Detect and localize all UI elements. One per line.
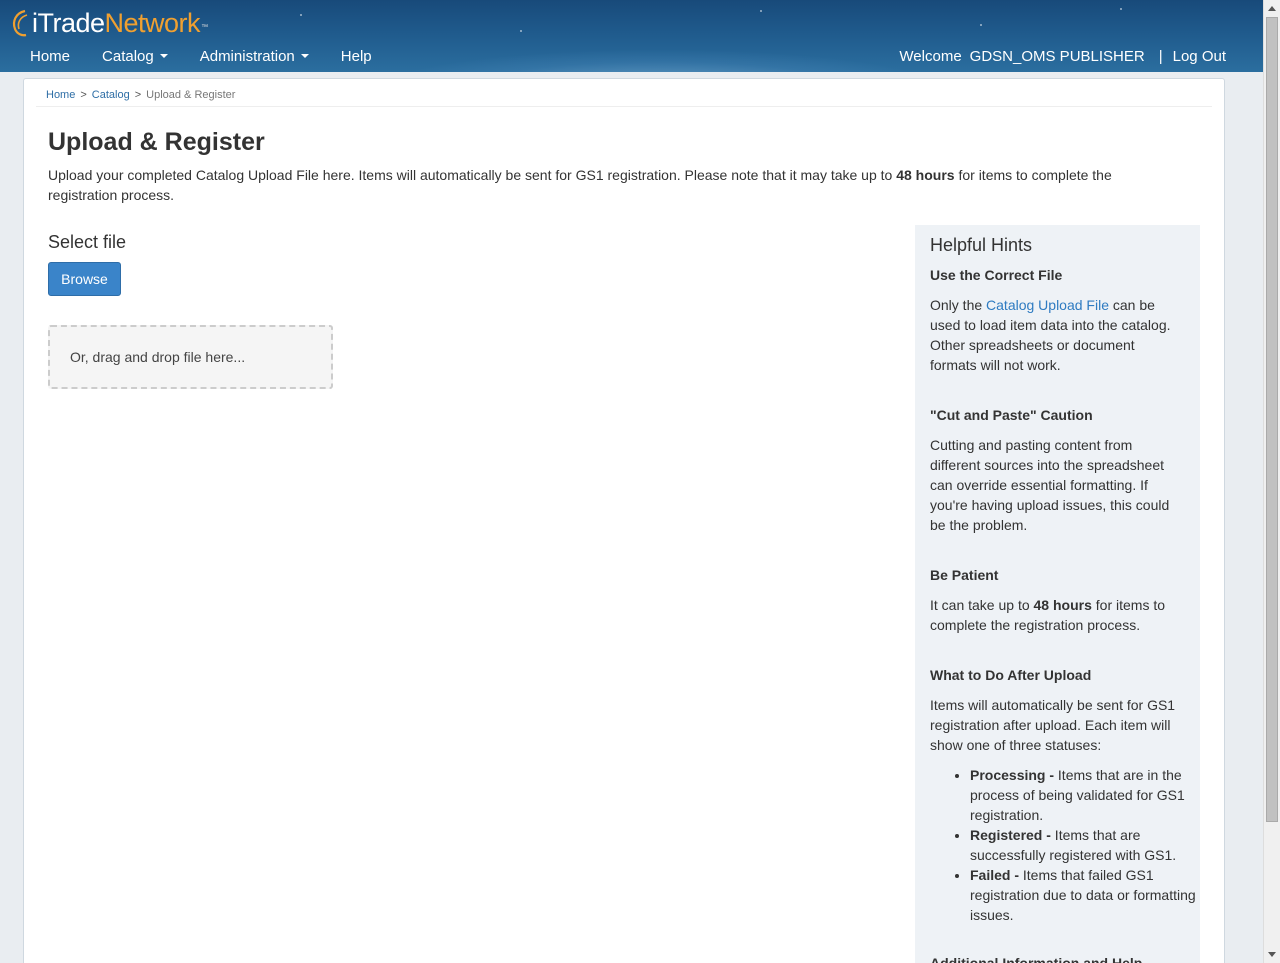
status-list: Processing - Items that are in the proce…: [930, 765, 1196, 925]
scrollbar-thumb[interactable]: [1266, 17, 1278, 822]
breadcrumb-separator: >: [80, 89, 87, 101]
logout-link[interactable]: Log Out: [1173, 47, 1226, 67]
hint-patient-body: It can take up to 48 hours for items to …: [930, 595, 1185, 635]
hint-correct-file-body: Only the Catalog Upload File can be used…: [930, 295, 1185, 375]
status-label: Registered -: [970, 827, 1051, 843]
hints-title: Helpful Hints: [930, 235, 1033, 255]
nav-home[interactable]: Home: [14, 47, 86, 67]
caret-down-icon: [159, 54, 168, 58]
breadcrumb-current: Upload & Register: [146, 89, 236, 101]
logo-network: Network: [104, 8, 201, 38]
header-star: [1120, 8, 1122, 10]
nav-administration-label: Administration: [199, 48, 295, 65]
logo-text: iTradeNetwork™: [32, 8, 208, 38]
breadcrumb: Home > Catalog > Upload & Register: [46, 89, 235, 101]
welcome-text: Welcome: [899, 48, 962, 65]
intro-text: Upload your completed Catalog Upload Fil…: [48, 165, 1158, 205]
helpful-hints-panel: Helpful Hints Use the Correct File Only …: [915, 225, 1200, 963]
catalog-upload-file-link[interactable]: Catalog Upload File: [986, 297, 1109, 313]
status-label: Processing -: [970, 767, 1055, 783]
select-file-label: Select file: [48, 232, 127, 252]
hint-more-info-title: Additional Information and Help: [930, 955, 1143, 963]
nav-catalog[interactable]: Catalog: [86, 47, 184, 67]
breadcrumb-divider: [36, 106, 1212, 107]
content-panel: Home > Catalog > Upload & Register Uploa…: [23, 78, 1225, 963]
header-star: [520, 30, 522, 32]
hint-text: Only the: [930, 297, 987, 313]
hint-after-upload-body: Items will automatically be sent for GS1…: [930, 697, 1176, 753]
page-title: Upload & Register: [48, 128, 265, 156]
main-nav: Home Catalog Administration Help: [14, 47, 388, 67]
caret-down-icon: [300, 54, 309, 58]
breadcrumb-catalog[interactable]: Catalog: [92, 89, 130, 101]
nav-administration[interactable]: Administration: [184, 47, 325, 67]
status-label: Failed -: [970, 867, 1020, 883]
nav-help-label: Help: [340, 48, 372, 65]
user-name: GDSN_OMS PUBLISHER: [969, 48, 1145, 65]
hint-text: It can take up to: [930, 597, 1034, 613]
header-star: [980, 24, 982, 26]
hint-correct-file-title: Use the Correct File: [930, 267, 1063, 283]
breadcrumb-home[interactable]: Home: [46, 89, 75, 101]
list-item: Processing - Items that are in the proce…: [970, 765, 1205, 825]
scroll-up-arrow-icon[interactable]: [1268, 6, 1276, 11]
hint-text-bold: 48 hours: [1033, 597, 1092, 613]
nav-help[interactable]: Help: [325, 47, 388, 67]
user-area: Welcome GDSN_OMS PUBLISHER | Log Out: [899, 47, 1226, 67]
scroll-down-arrow-icon[interactable]: [1268, 952, 1276, 957]
header-star: [760, 10, 762, 12]
intro-text-part: Upload your completed Catalog Upload Fil…: [48, 167, 897, 183]
hint-cut-paste-title: "Cut and Paste" Caution: [930, 407, 1093, 423]
header-globe-glow: [380, 50, 940, 72]
intro-text-bold: 48 hours: [896, 167, 955, 183]
browse-button[interactable]: Browse: [48, 262, 121, 296]
logo-trademark: ™: [201, 24, 208, 31]
top-header: iTradeNetwork™ Home Catalog Administrati…: [0, 0, 1263, 72]
hint-patient-title: Be Patient: [930, 567, 999, 583]
itradenetwork-logo[interactable]: iTradeNetwork™: [10, 8, 208, 38]
nav-catalog-label: Catalog: [102, 48, 154, 65]
vertical-scrollbar[interactable]: [1263, 0, 1280, 963]
hint-after-upload-title: What to Do After Upload: [930, 667, 1092, 683]
list-item: Registered - Items that are successfully…: [970, 825, 1205, 865]
header-star: [300, 14, 302, 16]
breadcrumb-separator: >: [134, 89, 142, 101]
list-item: Failed - Items that failed GS1 registrat…: [970, 865, 1205, 925]
logo-swirl-icon: [12, 9, 28, 37]
logo-trade: Trade: [37, 8, 106, 38]
hint-cut-paste-body: Cutting and pasting content from differe…: [930, 437, 1170, 533]
user-separator: |: [1158, 48, 1163, 65]
file-dropzone[interactable]: Or, drag and drop file here...: [48, 325, 333, 389]
nav-home-label: Home: [30, 48, 71, 65]
